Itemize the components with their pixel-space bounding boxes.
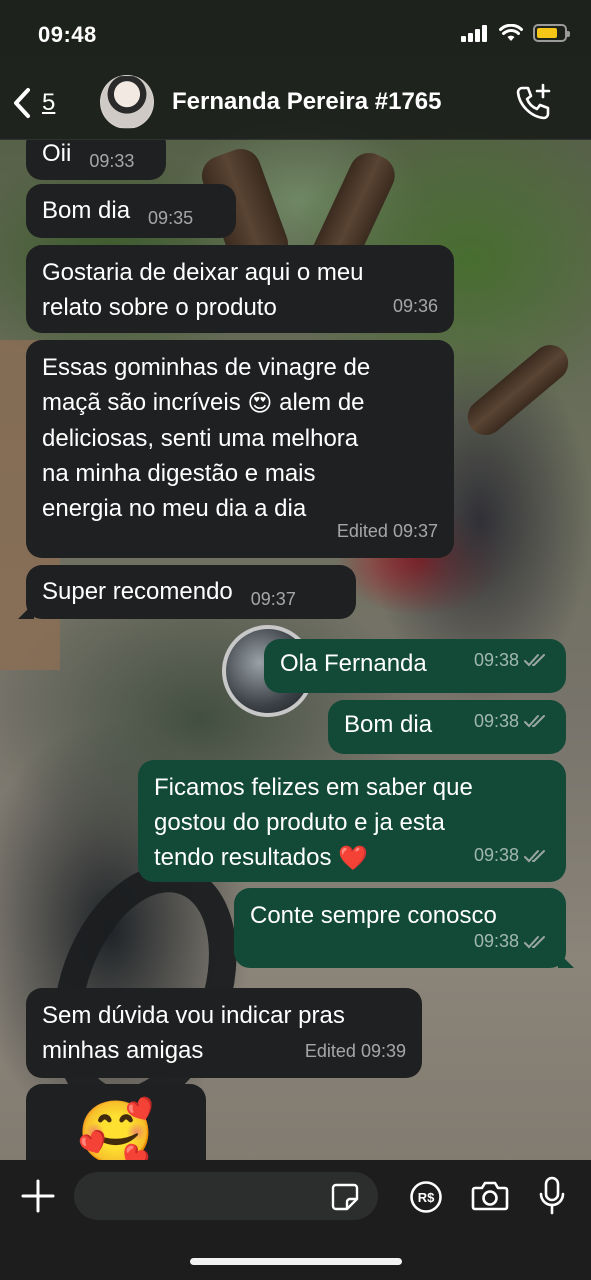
- message-incoming-emoji[interactable]: 🥰: [26, 1084, 206, 1160]
- sticker-icon: [331, 1183, 359, 1211]
- wifi-icon: [499, 24, 523, 41]
- chevron-left-icon: [14, 88, 30, 118]
- message-time: Edited 09:37: [336, 521, 438, 541]
- contact-avatar[interactable]: [100, 75, 154, 129]
- message-incoming[interactable]: Essas gominhas de vinagre de maçã são in…: [26, 340, 454, 558]
- message-time: 09:38: [474, 924, 550, 959]
- attach-button[interactable]: [20, 1178, 56, 1219]
- message-text: Essas gominhas de vinagre de: [42, 354, 371, 381]
- message-outgoing[interactable]: Ola Fernanda 09:38: [264, 639, 566, 693]
- message-text: Gostaria de deixar aqui o meu: [42, 259, 364, 286]
- read-receipt-icon: [524, 715, 545, 728]
- home-indicator: [190, 1258, 402, 1265]
- payment-button[interactable]: R$: [409, 1180, 443, 1219]
- read-receipt-icon: [524, 654, 545, 667]
- message-time: 09:33: [89, 151, 135, 171]
- message-text: gostou do produto e ja esta: [154, 809, 445, 836]
- message-text: maçã são incríveis: [42, 389, 241, 416]
- message-composer: R$: [0, 1160, 591, 1280]
- camera-button[interactable]: [471, 1180, 509, 1217]
- unread-count: 5: [42, 89, 56, 116]
- message-text: Bom dia: [42, 197, 131, 224]
- cellular-signal-icon: [461, 25, 487, 42]
- message-text-line: maçã são incríveis 😍 alem de: [42, 385, 438, 421]
- status-time: 09:48: [38, 22, 97, 47]
- contact-name[interactable]: Fernanda Pereira #1765: [172, 88, 442, 116]
- microphone-icon: [539, 1176, 565, 1215]
- message-text: Super recomendo: [42, 578, 233, 605]
- message-text: Ficamos felizes em saber que: [154, 774, 473, 801]
- read-receipt-icon: [524, 849, 545, 862]
- battery-icon: [533, 24, 570, 42]
- smiling-hearts-emoji: 🥰: [77, 1099, 155, 1160]
- phone-plus-icon: [516, 83, 551, 120]
- pix-rs-icon: R$: [410, 1181, 442, 1213]
- message-time: 09:38: [474, 635, 550, 685]
- heart-eyes-emoji: 😍: [247, 390, 273, 418]
- message-text: Bom dia: [344, 711, 433, 738]
- chat-header: 09:48 5 Fernanda Pereira #1765: [0, 0, 591, 140]
- message-incoming[interactable]: Sem dúvida vou indicar pras minhas amiga…: [26, 988, 422, 1078]
- message-time: 09:38: [474, 696, 550, 746]
- message-text: relato sobre o produto: [42, 294, 277, 321]
- camera-icon: [471, 1181, 509, 1211]
- read-receipt-icon: [524, 935, 545, 948]
- message-time: 09:37: [250, 589, 296, 609]
- message-text: Oii: [42, 140, 72, 167]
- message-incoming[interactable]: Gostaria de deixar aqui o meu relato sob…: [26, 245, 454, 333]
- voice-message-button[interactable]: [538, 1176, 566, 1221]
- red-heart-emoji: ❤️: [338, 845, 369, 873]
- message-text: Sem dúvida vou indicar pras: [42, 1002, 345, 1029]
- svg-text:R$: R$: [418, 1190, 435, 1205]
- message-outgoing[interactable]: Bom dia 09:38: [328, 700, 566, 754]
- message-text: Ola Fernanda: [280, 650, 427, 677]
- message-incoming[interactable]: Bom dia 09:35: [26, 184, 236, 238]
- status-icons: [461, 24, 570, 42]
- back-button[interactable]: 5: [10, 86, 55, 120]
- message-time: 09:36: [392, 296, 438, 316]
- message-text: alem de: [279, 389, 365, 416]
- message-text: tendo resultados: [154, 844, 332, 871]
- message-list[interactable]: Oii 09:33 Bom dia 09:35 Gostaria de deixar…: [0, 140, 591, 1160]
- message-time: 09:35: [148, 208, 194, 228]
- message-text: na minha digestão e mais: [42, 460, 316, 488]
- message-outgoing[interactable]: Ficamos felizes em saber que gostou do p…: [138, 760, 566, 882]
- plus-icon: [21, 1179, 55, 1213]
- sticker-button[interactable]: [330, 1182, 360, 1217]
- message-time: Edited 09:39: [304, 1041, 406, 1061]
- message-text: deliciosas, senti uma melhora: [42, 425, 359, 453]
- call-button[interactable]: [513, 82, 553, 127]
- message-time: 09:38: [474, 838, 550, 873]
- message-incoming[interactable]: Oii 09:33: [26, 140, 166, 180]
- message-incoming[interactable]: Super recomendo 09:37: [26, 565, 356, 619]
- message-outgoing[interactable]: Conte sempre conosco 09:38: [234, 888, 566, 968]
